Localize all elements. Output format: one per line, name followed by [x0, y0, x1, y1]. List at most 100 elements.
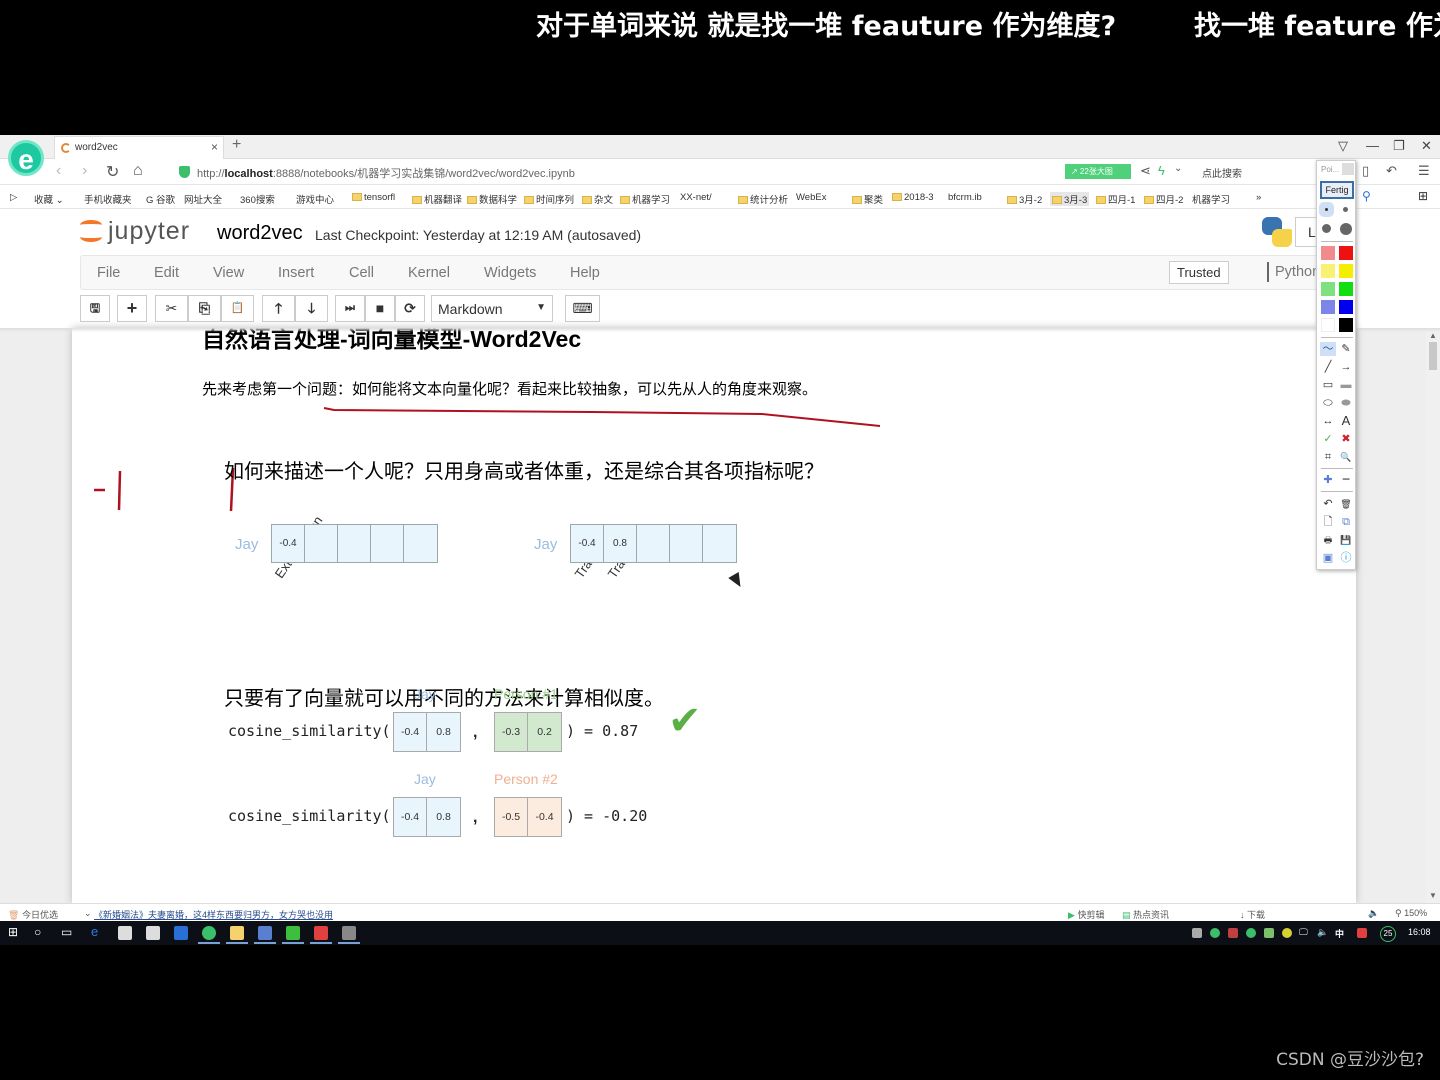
move-down-button[interactable]: 🡓 — [295, 295, 328, 322]
screenshot-icon[interactable]: ▣ — [1320, 551, 1336, 565]
chevron-down-icon[interactable]: ⌄ — [1174, 163, 1182, 174]
color-swatch[interactable] — [1321, 282, 1335, 296]
color-swatch[interactable] — [1321, 300, 1335, 314]
url-field[interactable]: http://localhost:8888/notebooks/机器学习实战集锦… — [197, 165, 575, 181]
done-button[interactable]: Fertig — [1320, 181, 1354, 199]
bookmark-site-nav[interactable]: 网址大全 — [184, 192, 222, 206]
line-tool-icon[interactable]: ╱ — [1320, 360, 1336, 374]
menu-file[interactable]: File — [97, 265, 120, 281]
notebook-name[interactable]: word2vec — [217, 222, 303, 245]
camtasia-red-icon[interactable] — [314, 926, 328, 940]
color-swatch[interactable] — [1339, 264, 1353, 278]
bookmark-folder[interactable]: 四月-1 — [1096, 192, 1135, 206]
cross-tool-icon[interactable]: ✖ — [1338, 432, 1354, 446]
text-tool-icon[interactable]: A — [1338, 414, 1354, 428]
share-icon[interactable]: ⋖ — [1140, 163, 1151, 179]
jupyter-logo-icon[interactable] — [78, 216, 104, 246]
back-icon[interactable]: ‹ — [56, 162, 61, 180]
freehand-pen-icon[interactable]: 〜 — [1320, 342, 1336, 356]
brush-size-m[interactable] — [1322, 224, 1331, 233]
search-box[interactable]: 点此搜索 — [1202, 165, 1242, 180]
info-icon[interactable]: ⓘ — [1338, 551, 1354, 565]
menu-edit[interactable]: Edit — [154, 265, 179, 281]
color-swatch[interactable] — [1321, 318, 1335, 332]
camtasia-green-icon[interactable] — [286, 926, 300, 940]
store-icon[interactable] — [118, 926, 132, 940]
bookmark-bfcrm[interactable]: bfcrm.ib — [948, 192, 982, 203]
arrow-tool-icon[interactable]: → — [1338, 360, 1354, 374]
copy-button[interactable]: ⎘ — [188, 295, 221, 322]
bookmark-games[interactable]: 游戏中心 — [296, 192, 334, 206]
new-tab-button[interactable]: + — [232, 136, 241, 154]
undo-icon[interactable]: ↶ — [1386, 163, 1397, 179]
brush-size-l[interactable] — [1340, 223, 1352, 235]
forward-icon[interactable]: › — [82, 162, 87, 180]
jupyter-brand[interactable]: jupyter — [108, 217, 190, 246]
app-icon[interactable] — [342, 926, 356, 940]
cut-button[interactable]: ✂ — [155, 295, 188, 322]
video-clip-button[interactable]: ▶ 快剪辑 — [1068, 908, 1104, 921]
notification-badge[interactable]: 25 — [1380, 926, 1396, 942]
network-icon[interactable]: 🖵 — [1299, 927, 1308, 938]
news-link[interactable]: 《新婚姻法》夫妻离婚，这4样东西要归男方，女方哭也没用 — [94, 908, 333, 921]
wechat-icon[interactable] — [1246, 928, 1256, 938]
volume-icon[interactable]: 🔈 — [1368, 908, 1379, 919]
rectangle-tool-icon[interactable]: ▭ — [1320, 378, 1336, 392]
minus-icon[interactable]: ━ — [1338, 473, 1354, 487]
stop-button[interactable]: ■ — [365, 295, 395, 322]
new-page-icon[interactable]: 🗋 — [1320, 515, 1336, 529]
search-icon[interactable]: ○ — [34, 925, 41, 939]
ellipse-tool-icon[interactable]: ⬭ — [1320, 396, 1336, 410]
eraser-icon[interactable]: ✎ — [1338, 342, 1354, 356]
bookmark-folder[interactable]: 2018-3 — [892, 192, 934, 203]
lightning-icon[interactable]: ϟ — [1158, 163, 1165, 178]
print-icon[interactable]: 🖶 — [1320, 533, 1336, 547]
copy-icon[interactable]: ⧉ — [1338, 515, 1354, 529]
menu-widgets[interactable]: Widgets — [484, 265, 536, 281]
task-view-icon[interactable]: ▭ — [61, 925, 72, 939]
pointer-label[interactable]: Poi... — [1321, 165, 1339, 174]
bookmark-folder[interactable]: 四月-2 — [1144, 192, 1183, 206]
tray-icon[interactable] — [1210, 928, 1220, 938]
ime-indicator[interactable]: 中 — [1335, 927, 1344, 940]
undo-icon[interactable]: ↶ — [1320, 497, 1336, 511]
brush-size-s[interactable] — [1343, 207, 1348, 212]
tray-icon[interactable] — [1282, 928, 1292, 938]
bookmark-folder[interactable]: tensorfl — [352, 192, 395, 203]
menu-cell[interactable]: Cell — [349, 265, 374, 281]
tray-icon[interactable] — [1192, 928, 1202, 938]
browser-taskbar-icon[interactable] — [202, 926, 216, 940]
home-icon[interactable]: ⌂ — [133, 162, 143, 180]
tray-icon[interactable] — [1228, 928, 1238, 938]
browser-tab[interactable]: word2vec × — [54, 136, 224, 159]
crop-icon[interactable]: ⌗ — [1320, 450, 1336, 464]
bookmarks-overflow[interactable]: » — [1256, 192, 1261, 203]
search-icon[interactable]: ⚲ — [1362, 189, 1371, 203]
color-swatch[interactable] — [1339, 246, 1353, 260]
zoom-tool-icon[interactable]: 🔍 — [1338, 450, 1354, 464]
sidebar-toggle-icon[interactable]: ▷ — [10, 192, 17, 203]
bookmark-favorites[interactable]: 收藏 ⌄ — [34, 192, 64, 206]
app-icon[interactable] — [174, 926, 188, 940]
menu-icon[interactable]: ☰ — [1418, 163, 1430, 179]
bookmark-folder[interactable]: 3月-2 — [1007, 192, 1042, 206]
color-swatch[interactable] — [1321, 246, 1335, 260]
page-scrollbar[interactable]: ▲ ▼ — [1426, 328, 1440, 903]
trash-icon[interactable]: 🗑 — [1338, 497, 1354, 511]
save-button[interactable]: 🖫 — [80, 295, 110, 322]
bookmark-folder[interactable]: 聚类 — [852, 192, 883, 206]
scroll-up-arrow-icon[interactable]: ▲ — [1429, 331, 1437, 340]
hot-news-button[interactable]: ▤ 热点资讯 — [1122, 908, 1169, 921]
menu-view[interactable]: View — [213, 265, 244, 281]
menu-insert[interactable]: Insert — [278, 265, 314, 281]
bookmark-folder[interactable]: 时间序列 — [524, 192, 574, 206]
bookmark-folder[interactable]: 数据科学 — [467, 192, 517, 206]
reload-icon[interactable]: ↻ — [106, 162, 119, 182]
bookmark-folder[interactable]: 机器翻译 — [412, 192, 462, 206]
bookmark-folder[interactable]: 3月-3 — [1050, 192, 1090, 206]
minimize-button[interactable]: — — [1366, 138, 1379, 153]
grid-icon[interactable]: ⊞ — [1418, 189, 1428, 203]
save-icon[interactable]: 💾 — [1338, 533, 1354, 547]
color-swatch[interactable] — [1339, 300, 1353, 314]
maximize-button[interactable]: ❐ — [1393, 138, 1405, 154]
